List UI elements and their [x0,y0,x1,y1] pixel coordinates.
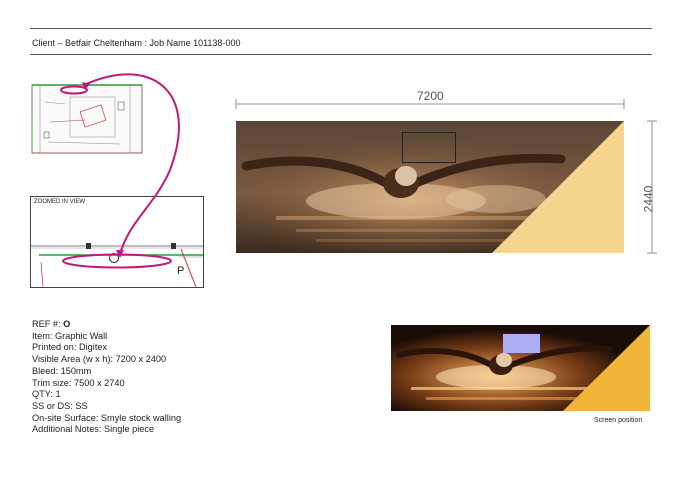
spec-visible-area: Visible Area (w x h): 7200 x 2400 [32,354,167,365]
spec-printed-on: Printed on: Digitex [32,342,108,353]
spec-item: Item: Graphic Wall [32,330,108,341]
screen-marker [503,334,540,353]
width-dimension-label: 7200 [417,89,444,103]
ref-line: REF #: O [32,319,71,329]
spec-surface: On-site Surface: Smyle stock walling [32,412,182,423]
artwork-preview [236,121,624,253]
screen-position-preview [391,325,650,411]
bleed-triangle [492,121,624,253]
height-dimension-label: 2440 [641,185,656,213]
spec-sheet: REF #: O Item: Graphic Wall Printed on: … [32,319,181,436]
screen-position-caption: Screen position [594,417,643,424]
spec-qty: QTY: 1 [32,389,61,400]
spec-trim-size: Trim size: 7500 x 2740 [32,377,125,388]
ref-value: O [63,319,71,329]
spec-notes: Additional Notes: Single piece [32,424,155,435]
spec-ss-ds: SS or DS: SS [32,400,88,411]
spec-bleed: Bleed: 150mm [32,365,92,376]
